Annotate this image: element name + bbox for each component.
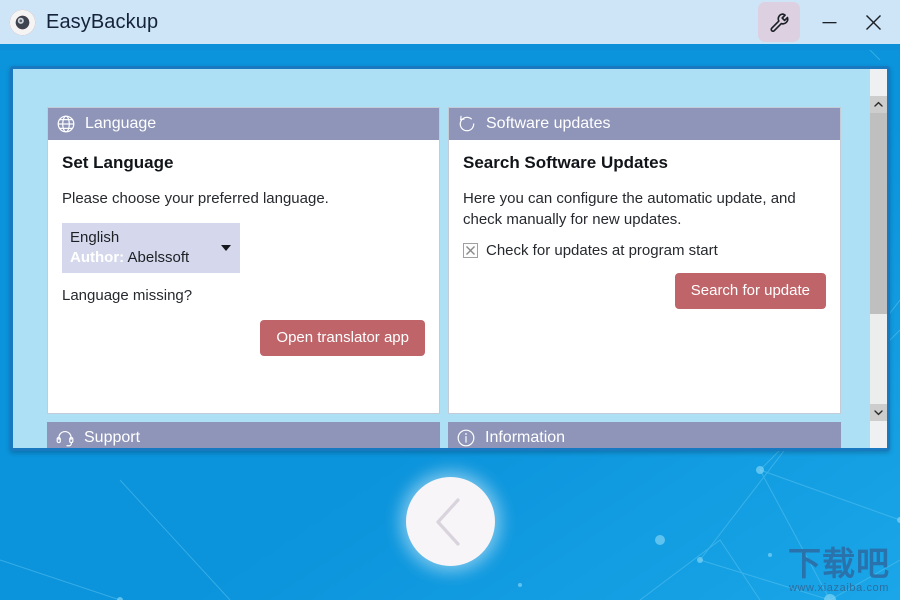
card-support-header[interactable]: Support: [47, 422, 440, 448]
settings-window: Language Set Language Please choose your…: [10, 66, 890, 451]
app-title: EasyBackup: [46, 10, 159, 33]
language-select[interactable]: English Author: Abelssoft: [62, 223, 240, 273]
settings-scrollbar[interactable]: [870, 69, 887, 448]
language-author-value: Abelssoft: [127, 249, 190, 266]
wrench-icon: [769, 12, 789, 32]
set-language-description: Please choose your preferred language.: [62, 190, 329, 207]
settings-scroll-area: Language Set Language Please choose your…: [13, 69, 854, 448]
watermark-url: www.xiazaiba.com: [788, 582, 890, 594]
check-updates-at-start-row[interactable]: Check for updates at program start: [463, 242, 826, 259]
minimize-icon: [822, 21, 836, 23]
card-information-title: Information: [485, 429, 566, 446]
close-icon: [865, 14, 881, 30]
checkbox-x-icon: [466, 246, 475, 255]
chevron-up-icon: [874, 101, 883, 107]
scrollbar-down-button[interactable]: [870, 404, 887, 421]
language-select-value: English: [70, 229, 120, 246]
watermark-logo-text: 下载吧: [788, 544, 890, 583]
card-language-title: Language: [85, 115, 157, 132]
search-updates-heading: Search Software Updates: [463, 153, 669, 172]
settings-cards-grid: Language Set Language Please choose your…: [47, 107, 842, 448]
card-language: Language Set Language Please choose your…: [47, 107, 440, 414]
refresh-icon: [459, 115, 475, 132]
title-bar: EasyBackup: [0, 0, 900, 44]
card-information: Information: [448, 422, 841, 448]
chevron-down-icon: [874, 410, 883, 416]
scrollbar-track[interactable]: [870, 113, 887, 404]
settings-wrench-button[interactable]: [758, 2, 800, 42]
card-software-updates-header[interactable]: Software updates: [449, 108, 840, 140]
card-information-header[interactable]: Information: [448, 422, 841, 448]
chevron-down-icon: [221, 245, 231, 251]
globe-icon: [57, 115, 75, 133]
minimize-button[interactable]: [808, 2, 850, 42]
scrollbar-thumb[interactable]: [870, 113, 887, 314]
card-support-title: Support: [84, 429, 141, 446]
open-translator-app-button[interactable]: Open translator app: [260, 320, 425, 356]
check-updates-label: Check for updates at program start: [486, 242, 718, 259]
language-author-label: Author:: [70, 249, 125, 266]
site-watermark: 下载吧 www.xiazaiba.com: [788, 544, 890, 595]
card-software-updates-title: Software updates: [486, 115, 611, 132]
back-button[interactable]: [406, 477, 495, 566]
card-language-body: Set Language Please choose your preferre…: [48, 140, 439, 413]
search-updates-description: Here you can configure the automatic upd…: [463, 190, 796, 228]
headset-icon: [56, 430, 74, 447]
titlebar-accent-bar: [0, 44, 900, 50]
language-missing-text: Language missing?: [62, 287, 193, 304]
check-updates-checkbox[interactable]: [463, 243, 478, 258]
card-support: Support: [47, 422, 440, 448]
back-chevron-icon: [435, 497, 460, 546]
info-circle-icon: [457, 429, 475, 447]
close-button[interactable]: [850, 2, 896, 42]
card-language-header[interactable]: Language: [48, 108, 439, 140]
set-language-heading: Set Language: [62, 153, 174, 172]
search-for-update-button[interactable]: Search for update: [674, 273, 826, 309]
cards-row-top: Language Set Language Please choose your…: [47, 107, 842, 414]
language-select-author: Author: Abelssoft: [70, 248, 214, 268]
settings-window-inner: Language Set Language Please choose your…: [13, 69, 887, 448]
cards-row-bottom: Support Information: [47, 422, 842, 448]
card-software-updates-body: Search Software Updates Here you can con…: [449, 140, 840, 413]
scrollbar-up-button[interactable]: [870, 96, 887, 113]
application-window: EasyBackup Language Set Language Please …: [0, 0, 900, 600]
card-software-updates: Software updates Search Software Updates…: [448, 107, 841, 414]
lifebuoy-icon: [9, 9, 36, 35]
